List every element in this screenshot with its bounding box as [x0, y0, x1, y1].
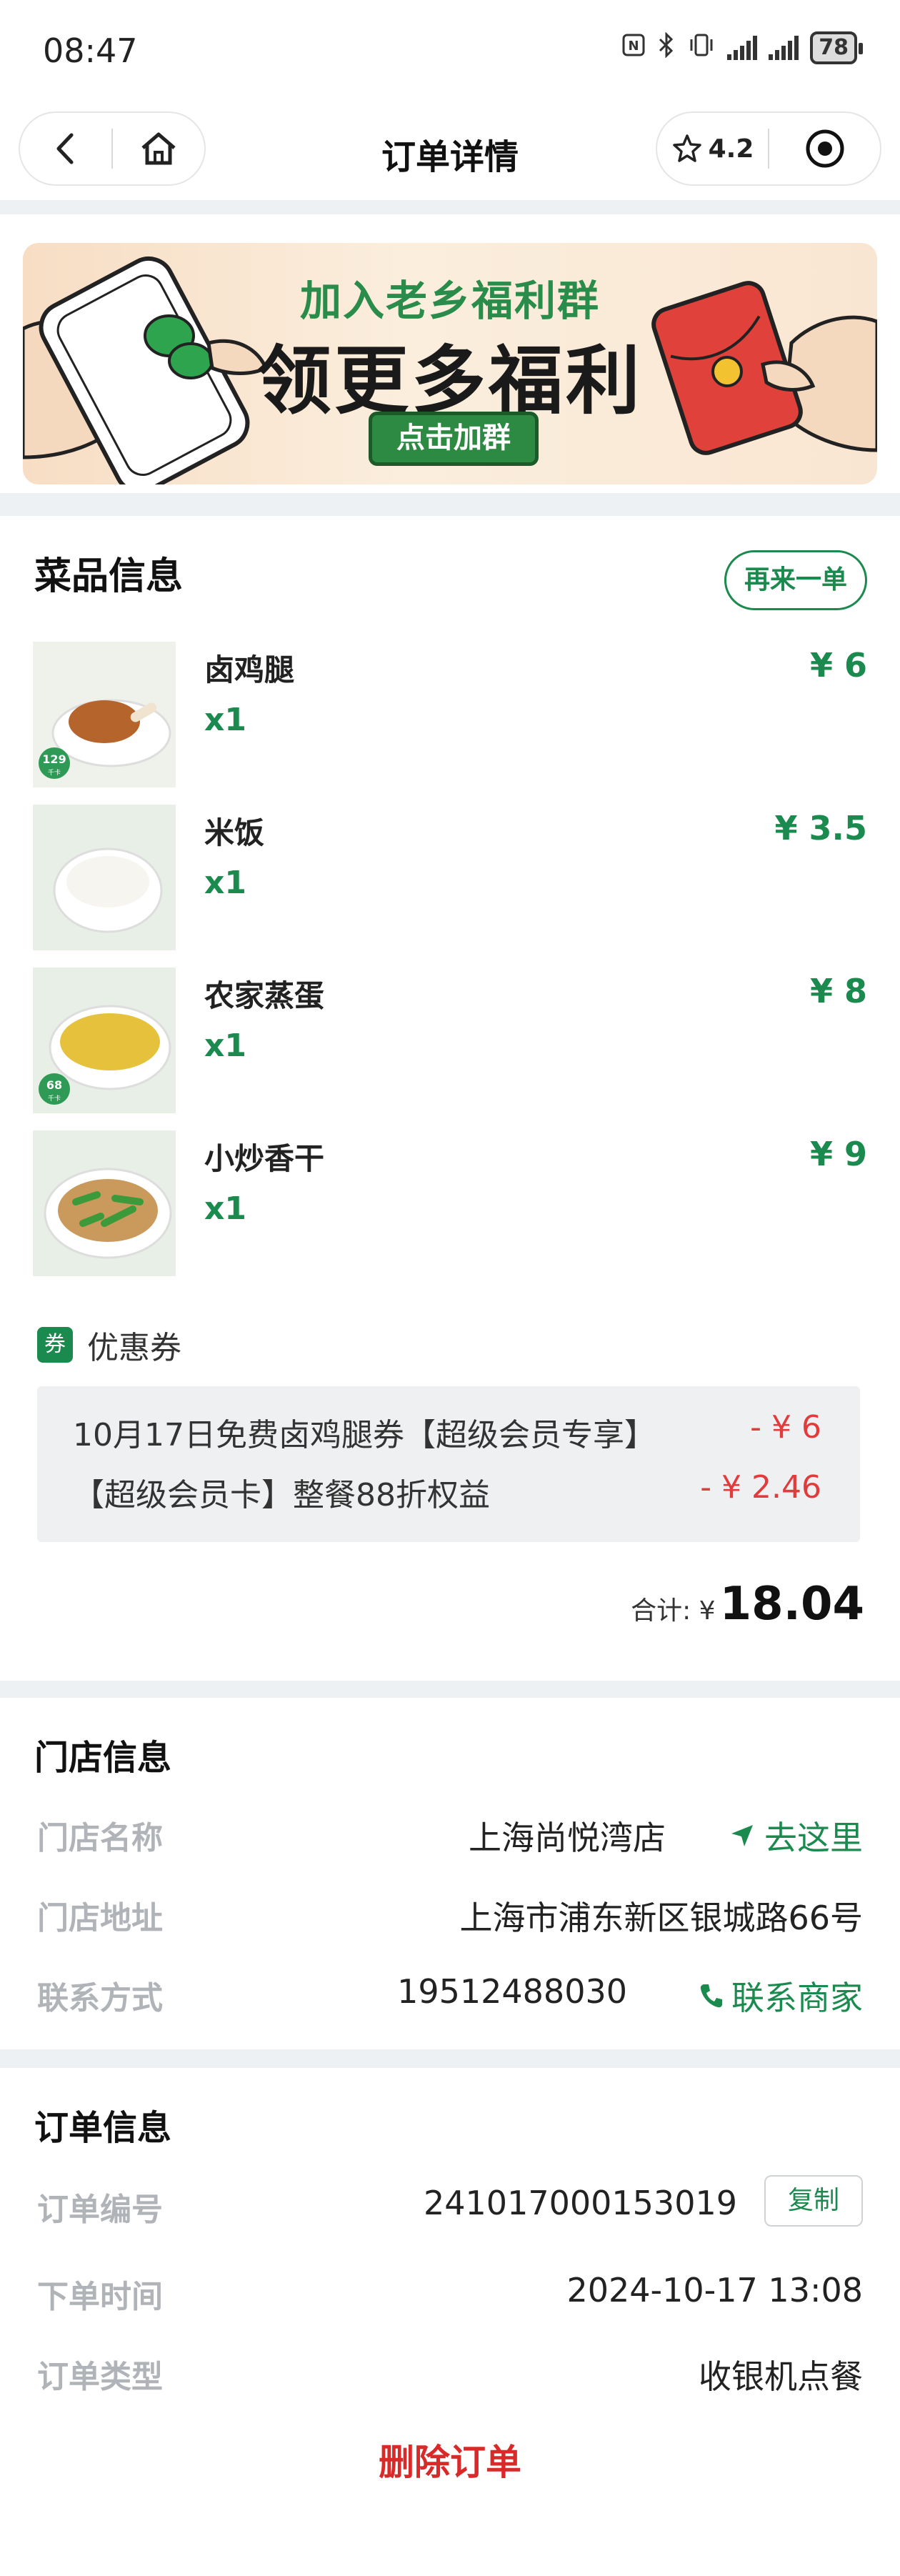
total-value: 18.04	[719, 1578, 864, 1631]
coupon-icon: 券	[37, 1327, 73, 1363]
call-merchant-button[interactable]: 联系商家	[699, 1972, 863, 2019]
dish-qty: x1	[204, 865, 246, 901]
order-type-row: 订单类型 收银机点餐	[37, 2351, 863, 2401]
svg-text:N: N	[629, 39, 639, 54]
dish-item: 米饭 x1 ¥ 3.5	[33, 805, 867, 950]
order-type-label: 订单类型	[37, 2359, 163, 2395]
kcal-value: 68	[46, 1078, 62, 1092]
phone-icon	[700, 1984, 722, 2008]
join-group-button[interactable]: 点击加群	[369, 412, 539, 466]
order-section: 订单信息 订单编号 241017000153019 复制 下单时间 2024-1…	[0, 2068, 900, 2576]
status-time: 08:47	[43, 31, 138, 70]
banner-section: 加入老乡福利群 领更多福利 点击加群	[0, 214, 900, 493]
order-number-value: 241017000153019	[424, 2184, 737, 2222]
dish-name: 小炒香干	[204, 1141, 325, 1176]
battery-icon: 78	[810, 31, 863, 64]
order-number-row: 订单编号 241017000153019 复制	[37, 2175, 863, 2234]
dish-item: 68 千卡 农家蒸蛋 x1 ¥ 8	[33, 968, 867, 1113]
nav-capsule-right: 4.2	[656, 111, 881, 186]
dish-price: ¥ 8	[809, 972, 867, 1010]
promo-banner[interactable]: 加入老乡福利群 领更多福利 点击加群	[23, 243, 877, 484]
order-type-value: 收银机点餐	[699, 2357, 863, 2396]
store-section: 门店信息 门店名称 上海尚悦湾店 去这里 门店地址 上海市浦东新区银城路66号 …	[0, 1698, 900, 2049]
dish-price: ¥ 3.5	[774, 809, 867, 847]
record-icon	[806, 129, 844, 168]
signal-icon	[769, 36, 799, 60]
kcal-value: 129	[42, 752, 66, 766]
store-name-label: 门店名称	[37, 1820, 163, 1856]
call-merchant-label: 联系商家	[731, 1979, 863, 2017]
dish-name: 米饭	[204, 815, 265, 850]
record-button[interactable]	[769, 113, 880, 184]
nav-bar: 订单详情 4.2	[0, 100, 900, 200]
dish-qty: x1	[204, 702, 246, 738]
coupon-label: 优惠券	[87, 1330, 181, 1366]
coupon-header: 券 优惠券	[37, 1322, 181, 1368]
order-title: 订单信息	[34, 2108, 172, 2148]
star-icon	[672, 134, 701, 162]
bluetooth-icon	[657, 31, 676, 64]
dish-item: 129 千卡 卤鸡腿 x1 ¥ 6	[33, 642, 867, 787]
dish-name: 卤鸡腿	[204, 652, 295, 687]
vibrate-icon	[687, 32, 716, 64]
reorder-button[interactable]: 再来一单	[724, 550, 867, 610]
store-contact-label: 联系方式	[37, 1980, 163, 2016]
dish-image	[33, 805, 176, 950]
coupon-row: 10月17日免费卤鸡腿券【超级会员专享】 - ¥ 6	[73, 1409, 821, 1455]
coupon-row: 【超级会员卡】整餐88折权益 - ¥ 2.46	[73, 1469, 821, 1515]
banner-line1: 加入老乡福利群	[299, 277, 600, 325]
nfc-icon: N	[621, 33, 646, 64]
dish-image: 129 千卡	[33, 642, 176, 787]
coupon-amount: - ¥ 2.46	[700, 1469, 821, 1506]
order-total: 合计: ¥ 18.04	[631, 1578, 864, 1631]
coupon-list: 10月17日免费卤鸡腿券【超级会员专享】 - ¥ 6 【超级会员卡】整餐88折权…	[37, 1386, 860, 1542]
dish-price: ¥ 6	[809, 646, 867, 685]
signal-icon	[727, 36, 758, 60]
total-label: 合计: ¥	[631, 1596, 716, 1626]
order-number-label: 订单编号	[37, 2192, 163, 2228]
dish-item: 小炒香干 x1 ¥ 9	[33, 1130, 867, 1276]
navigate-label: 去这里	[764, 1819, 863, 1857]
location-arrow-icon	[731, 1825, 753, 1846]
store-phone: 19512488030	[397, 1972, 627, 2011]
status-icons: N 78	[621, 31, 863, 64]
store-title: 门店信息	[34, 1738, 172, 1778]
store-address-label: 门店地址	[37, 1900, 163, 1936]
dish-qty: x1	[204, 1028, 246, 1064]
kcal-unit: 千卡	[48, 768, 61, 777]
dish-qty: x1	[204, 1190, 246, 1227]
status-bar: 08:47 N 78	[0, 0, 900, 100]
store-address-row: 门店地址 上海市浦东新区银城路66号	[37, 1892, 863, 1942]
coupon-amount: - ¥ 6	[750, 1409, 821, 1446]
store-name-value: 上海尚悦湾店	[469, 1819, 666, 1857]
rating-button[interactable]: 4.2	[657, 113, 768, 184]
order-time-row: 下单时间 2024-10-17 13:08	[37, 2271, 863, 2321]
rating-value: 4.2	[708, 134, 754, 164]
order-time-value: 2024-10-17 13:08	[566, 2271, 863, 2309]
dish-name: 农家蒸蛋	[204, 978, 325, 1013]
dish-price: ¥ 9	[809, 1135, 867, 1173]
dish-image	[33, 1130, 176, 1276]
navigate-button[interactable]: 去这里	[729, 1812, 863, 1859]
coupon-name: 10月17日免费卤鸡腿券【超级会员专享】	[73, 1417, 656, 1453]
coupon-name: 【超级会员卡】整餐88折权益	[73, 1477, 490, 1513]
dishes-title: 菜品信息	[34, 555, 184, 598]
dish-image: 68 千卡	[33, 968, 176, 1113]
store-name-row: 门店名称 上海尚悦湾店 去这里	[37, 1812, 863, 1862]
kcal-unit: 千卡	[48, 1094, 61, 1103]
dishes-section: 菜品信息 再来一单 129 千卡 卤鸡腿 x1 ¥ 6 米饭 x1 ¥ 3.5 …	[0, 516, 900, 1681]
order-time-label: 下单时间	[37, 2279, 163, 2315]
delete-order-button[interactable]: 删除订单	[0, 2434, 900, 2485]
store-contact-row: 联系方式 19512488030 联系商家	[37, 1972, 863, 2022]
store-address-value: 上海市浦东新区银城路66号	[459, 1899, 863, 1937]
copy-button[interactable]: 复制	[764, 2175, 863, 2227]
